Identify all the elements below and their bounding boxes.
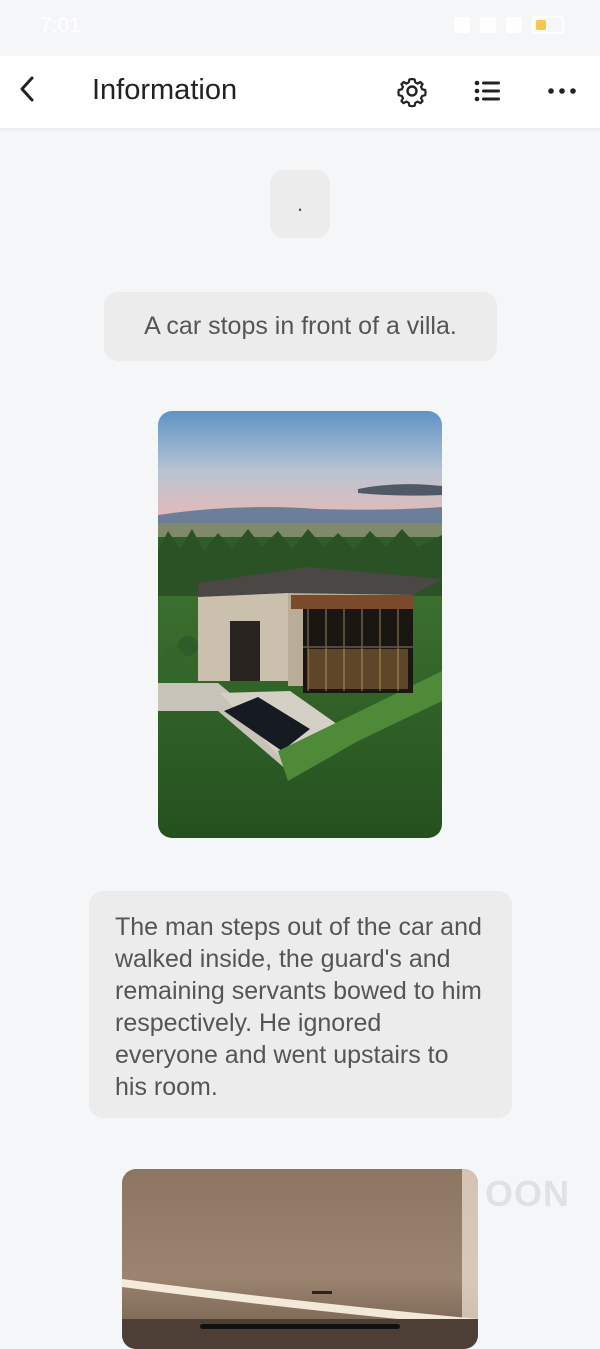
- vibrate-icon: [454, 17, 470, 33]
- status-bar: 7:01: [0, 0, 600, 56]
- signal-icon: [506, 17, 522, 33]
- nfc-icon: [480, 17, 496, 33]
- status-icons: [454, 16, 564, 34]
- page-title: Information: [92, 74, 238, 106]
- more-horizontal-icon[interactable]: [545, 74, 579, 108]
- gear-icon[interactable]: [395, 74, 429, 108]
- message-bubble[interactable]: The man steps out of the car and walked …: [89, 891, 512, 1118]
- home-indicator[interactable]: [200, 1324, 400, 1329]
- message-bubble[interactable]: A car stops in front of a villa.: [104, 292, 497, 361]
- status-time: 7:01: [40, 14, 81, 37]
- list-icon[interactable]: [470, 74, 504, 108]
- battery-icon: [532, 16, 564, 34]
- watermark: OON: [484, 1173, 570, 1214]
- message-bubble[interactable]: .: [270, 170, 330, 238]
- villa-image[interactable]: [158, 411, 442, 838]
- top-bar: Information: [0, 56, 600, 128]
- chevron-left-icon[interactable]: [12, 72, 46, 106]
- message-list[interactable]: . A car stops in front of a villa. The m…: [0, 128, 600, 1349]
- interior-image[interactable]: [122, 1169, 478, 1349]
